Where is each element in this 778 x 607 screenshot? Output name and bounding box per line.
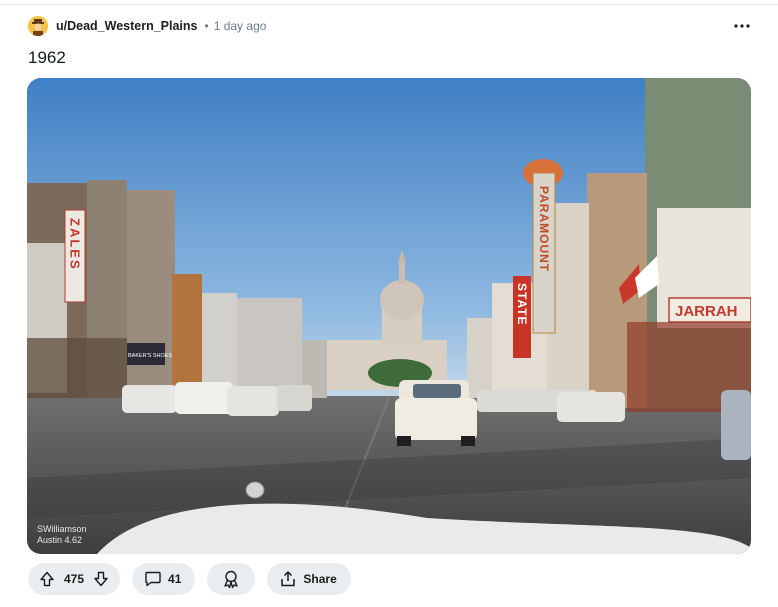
downvote-button[interactable] [90,568,112,590]
post-header: u/Dead_Western_Plains • 1 day ago [28,14,266,38]
share-button[interactable]: Share [267,563,351,595]
share-label: Share [303,572,337,586]
street-scene-illustration: ZALES BAKER'S SHOES PARAMOUNT STATE JARR… [27,78,751,554]
share-icon [281,571,296,587]
speech-bubble-icon [145,571,161,587]
action-bar: 475 41 Share [28,563,363,595]
zales-sign-text: ZALES [68,218,83,271]
vote-control: 475 [28,563,121,595]
award-button[interactable] [207,563,256,595]
paramount-sign-text: PARAMOUNT [537,186,551,272]
comment-count: 41 [168,572,182,586]
post-card: u/Dead_Western_Plains • 1 day ago 1962 Z… [0,0,778,607]
upvote-button[interactable] [36,568,58,590]
state-sign-text: STATE [515,283,529,326]
post-title[interactable]: 1962 [28,48,66,68]
meta-separator: • [204,19,209,33]
more-options-button[interactable] [728,14,756,38]
author-username[interactable]: u/Dead_Western_Plains [56,19,198,33]
jarrah-sign-text: JARRAH [675,303,738,320]
arrow-up-icon [40,571,54,587]
comments-button[interactable]: 41 [132,563,196,595]
avatar[interactable] [28,16,48,36]
post-timestamp: 1 day ago [213,19,267,33]
photo-watermark: SWilliamson Austin 4.62 [37,524,87,545]
divider [0,4,778,5]
bakers-sign-text: BAKER'S SHOES [128,353,172,359]
ellipsis-icon [734,24,750,28]
post-image[interactable]: ZALES BAKER'S SHOES PARAMOUNT STATE JARR… [27,78,751,554]
award-ribbon-icon [224,570,239,589]
vote-count: 475 [64,572,85,586]
lead-car [395,380,477,446]
arrow-down-icon [94,571,108,587]
